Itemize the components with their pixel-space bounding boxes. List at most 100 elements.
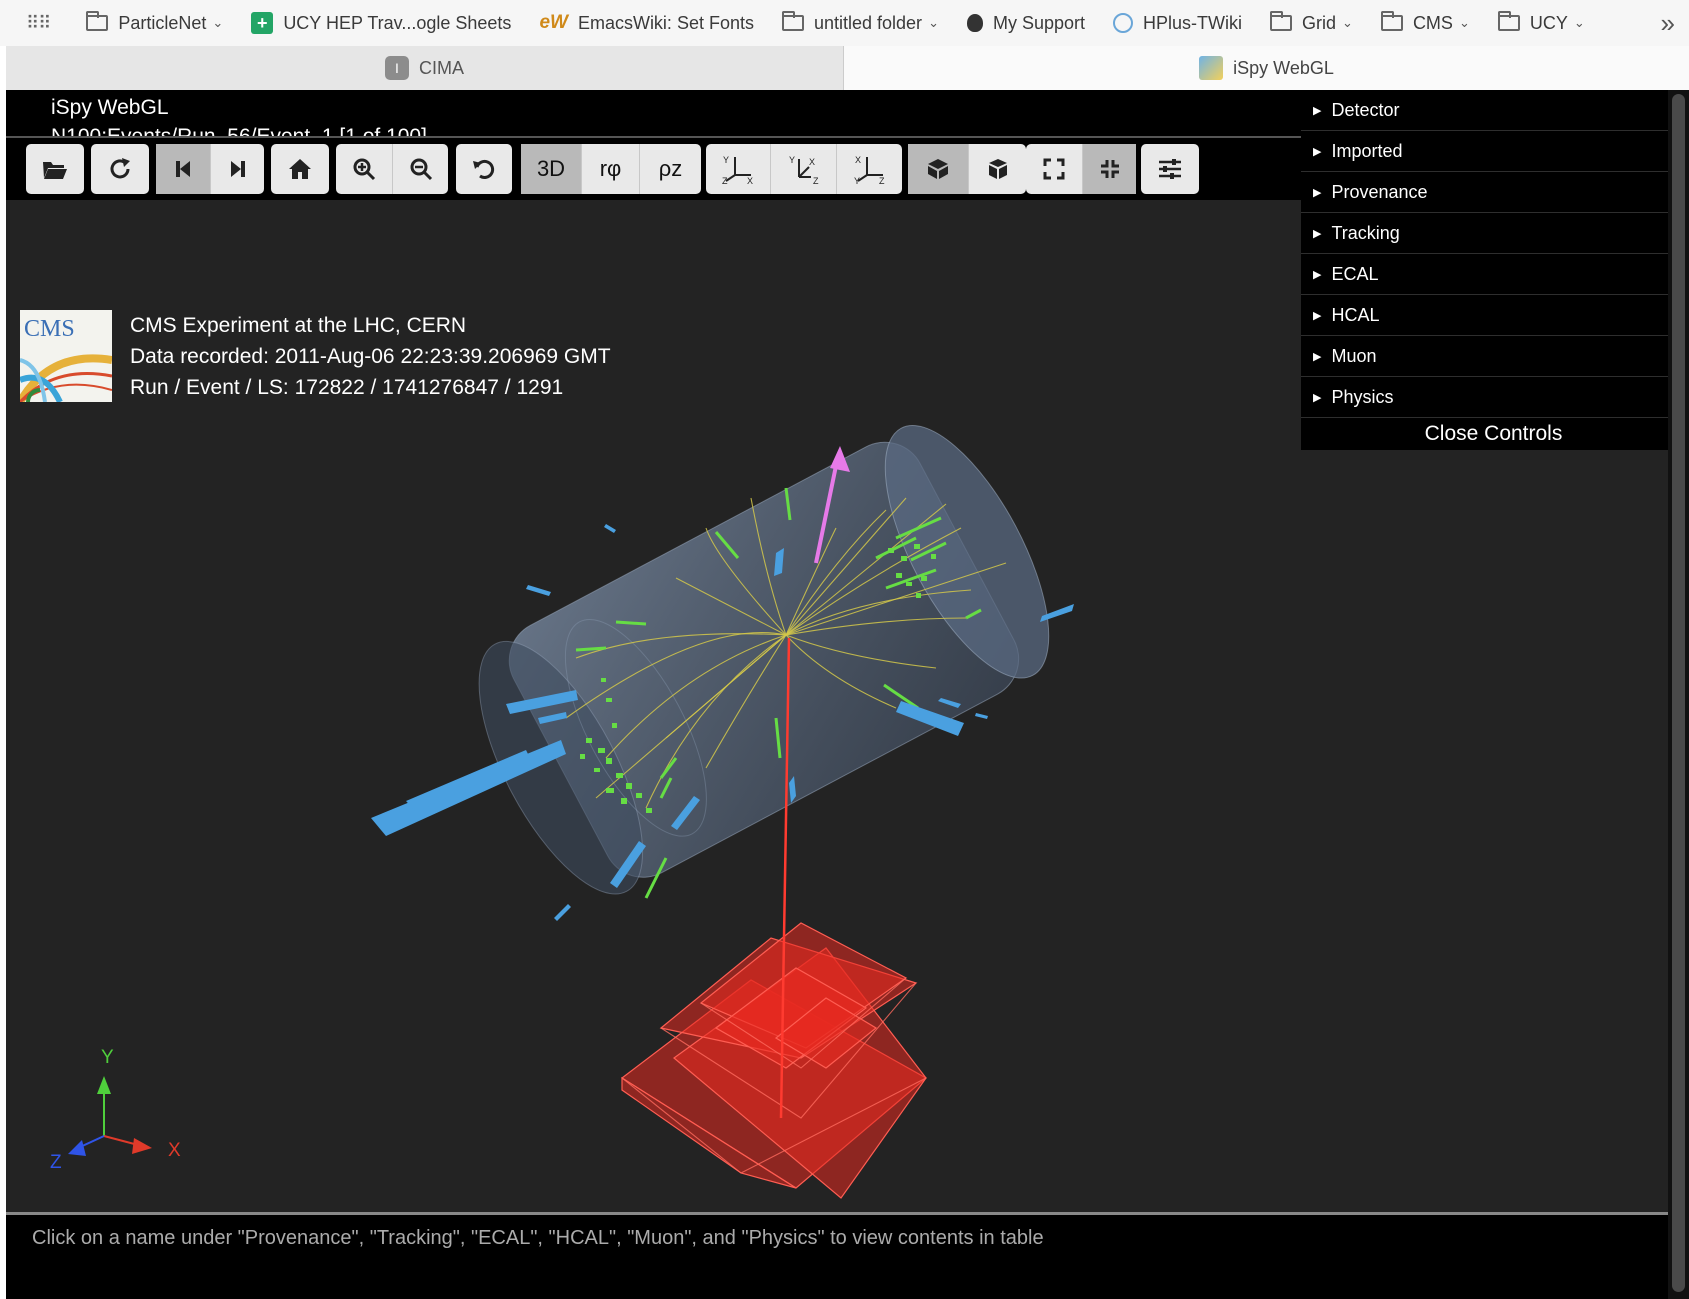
emacswiki-icon: eW: [539, 12, 568, 33]
svg-text:X: X: [855, 155, 861, 165]
axes-indicator: Y X Z: [50, 1047, 181, 1173]
settings-group: [1141, 144, 1199, 194]
home-group: [271, 144, 329, 194]
scrollbar-thumb[interactable]: [1672, 94, 1685, 1292]
event-run-line: Run / Event / LS: 172822 / 1741276847 / …: [130, 376, 564, 399]
tab-label: iSpy WebGL: [1233, 57, 1334, 78]
orthographic-button[interactable]: [968, 144, 1026, 194]
controls-tracking[interactable]: ▶ Tracking: [1301, 213, 1686, 254]
cima-favicon: I: [385, 56, 409, 80]
previous-event-button[interactable]: [156, 144, 210, 194]
apps-button[interactable]: ⠿⠿: [0, 0, 72, 46]
camera-group: [908, 144, 1026, 194]
x-axis-arrow: [132, 1138, 152, 1154]
zoom-in-button[interactable]: [336, 144, 392, 194]
bookmark-hplus-twiki[interactable]: HPlus-TWiki: [1099, 0, 1256, 46]
controls-detector[interactable]: ▶ Detector: [1301, 90, 1686, 131]
table-area: Click on a name under "Provenance", "Tra…: [6, 1212, 1668, 1299]
controls-physics[interactable]: ▶ Physics: [1301, 377, 1686, 418]
controls-imported[interactable]: ▶ Imported: [1301, 131, 1686, 172]
bookmark-untitled-folder[interactable]: untitled folder ⌄: [768, 0, 953, 46]
svg-text:Z: Z: [879, 176, 885, 185]
chevron-down-icon: ⌄: [1342, 15, 1353, 30]
z-axis-arrow: [68, 1140, 86, 1156]
svg-text:Y: Y: [854, 176, 860, 185]
controls-ecal[interactable]: ▶ ECAL: [1301, 254, 1686, 295]
view-yz-button[interactable]: Y X Z: [706, 144, 770, 194]
settings-button[interactable]: [1141, 144, 1199, 194]
tab-ispy-webgl[interactable]: iSpy WebGL: [844, 46, 1689, 90]
bookmark-label: CMS: [1412, 12, 1453, 33]
controls-label: Physics: [1331, 386, 1394, 407]
fullscreen-button[interactable]: [1026, 144, 1082, 194]
controls-label: Detector: [1331, 99, 1400, 120]
view-rphi-button[interactable]: rφ: [581, 144, 639, 194]
table-instructions: Click on a name under "Provenance", "Tra…: [32, 1227, 1044, 1249]
perspective-cube-icon: [928, 159, 948, 179]
bookmark-cms[interactable]: CMS ⌄: [1367, 0, 1484, 46]
bookmark-label: UCY: [1529, 12, 1568, 33]
reload-button[interactable]: [91, 144, 149, 194]
zoom-out-button[interactable]: [392, 144, 448, 194]
triangle-right-icon: ▶: [1313, 145, 1322, 158]
triangle-right-icon: ▶: [1313, 268, 1322, 281]
apple-icon: [966, 14, 983, 32]
home-icon: [289, 159, 311, 179]
bookmark-ucy-hep[interactable]: + UCY HEP Trav...ogle Sheets: [237, 0, 525, 46]
app-title: iSpy WebGL: [51, 96, 169, 119]
exit-fullscreen-button[interactable]: [1082, 144, 1136, 194]
event-date-line: Data recorded: 2011-Aug-06 22:23:39.2069…: [130, 345, 611, 368]
bookmark-emacswiki[interactable]: eW EmacsWiki: Set Fonts: [525, 0, 768, 46]
chevron-down-icon: ⌄: [1573, 15, 1585, 30]
controls-label: Provenance: [1331, 181, 1428, 202]
controls-muon[interactable]: ▶ Muon: [1301, 336, 1686, 377]
event-source-title: N100:Events/Run_56/Event_1 [1 of 100]: [51, 125, 427, 136]
event-info: CMS Experiment at the LHC, CERN Data rec…: [130, 310, 611, 403]
bookmarks-overflow-button[interactable]: »: [1647, 0, 1689, 46]
reset-view-button[interactable]: [456, 144, 512, 194]
next-event-button[interactable]: [210, 144, 264, 194]
undo-icon: [473, 160, 495, 179]
controls-label: HCAL: [1331, 304, 1380, 325]
controls-panel: ▶ Detector ▶ Imported ▶ Provenance ▶ Trackin…: [1301, 90, 1686, 450]
event-experiment-line: CMS Experiment at the LHC, CERN: [130, 314, 467, 337]
view-3d-button[interactable]: 3D: [521, 144, 581, 194]
bookmark-particlenet[interactable]: ParticleNet ⌄: [72, 0, 237, 46]
bookmark-label: untitled folder: [813, 12, 923, 33]
controls-label: Imported: [1331, 140, 1403, 161]
view-xy-button[interactable]: X Z Y: [836, 144, 902, 194]
open-file-button[interactable]: [26, 144, 84, 194]
muon-chambers: [620, 922, 928, 1199]
chevron-down-icon: ⌄: [1458, 15, 1470, 30]
view-xz-button[interactable]: Y XZ: [770, 144, 836, 194]
triangle-right-icon: ▶: [1313, 104, 1322, 117]
close-controls-button[interactable]: Close Controls: [1301, 418, 1686, 450]
controls-label: ECAL: [1331, 263, 1379, 284]
svg-text:X: X: [809, 157, 815, 167]
axes-yz-icon: Y X Z: [722, 155, 753, 185]
controls-provenance[interactable]: ▶ Provenance: [1301, 172, 1686, 213]
view-rhoz-button[interactable]: ρz: [639, 144, 701, 194]
home-button[interactable]: [271, 144, 329, 194]
tab-cima[interactable]: I CIMA: [6, 46, 844, 90]
folder-icon: [1270, 11, 1293, 31]
event-nav-group: [156, 144, 264, 194]
folder-icon: [1380, 11, 1403, 31]
bookmark-my-support[interactable]: My Support: [953, 0, 1099, 46]
controls-hcal[interactable]: ▶ HCAL: [1301, 295, 1686, 336]
bookmark-ucy[interactable]: UCY ⌄: [1484, 0, 1599, 46]
bookmark-grid[interactable]: Grid ⌄: [1256, 0, 1367, 46]
tracker-barrel: [478, 424, 1050, 895]
tab-strip: I CIMA iSpy WebGL: [6, 46, 1689, 90]
cms-logo: CMS: [20, 310, 112, 402]
axes-xz-icon: Y XZ: [789, 155, 819, 185]
orthographic-cube-icon: [988, 159, 1007, 179]
scrollbar[interactable]: [1668, 90, 1689, 1299]
perspective-button[interactable]: [908, 144, 968, 194]
sheets-icon: +: [251, 12, 274, 34]
ispy-app: Y X Z CMS CMS Experiment at the LHC, CER…: [6, 90, 1689, 1299]
twiki-icon: [1113, 13, 1134, 33]
previous-icon: [176, 161, 190, 177]
controls-label: Muon: [1331, 345, 1377, 366]
reload-icon: [110, 158, 130, 179]
